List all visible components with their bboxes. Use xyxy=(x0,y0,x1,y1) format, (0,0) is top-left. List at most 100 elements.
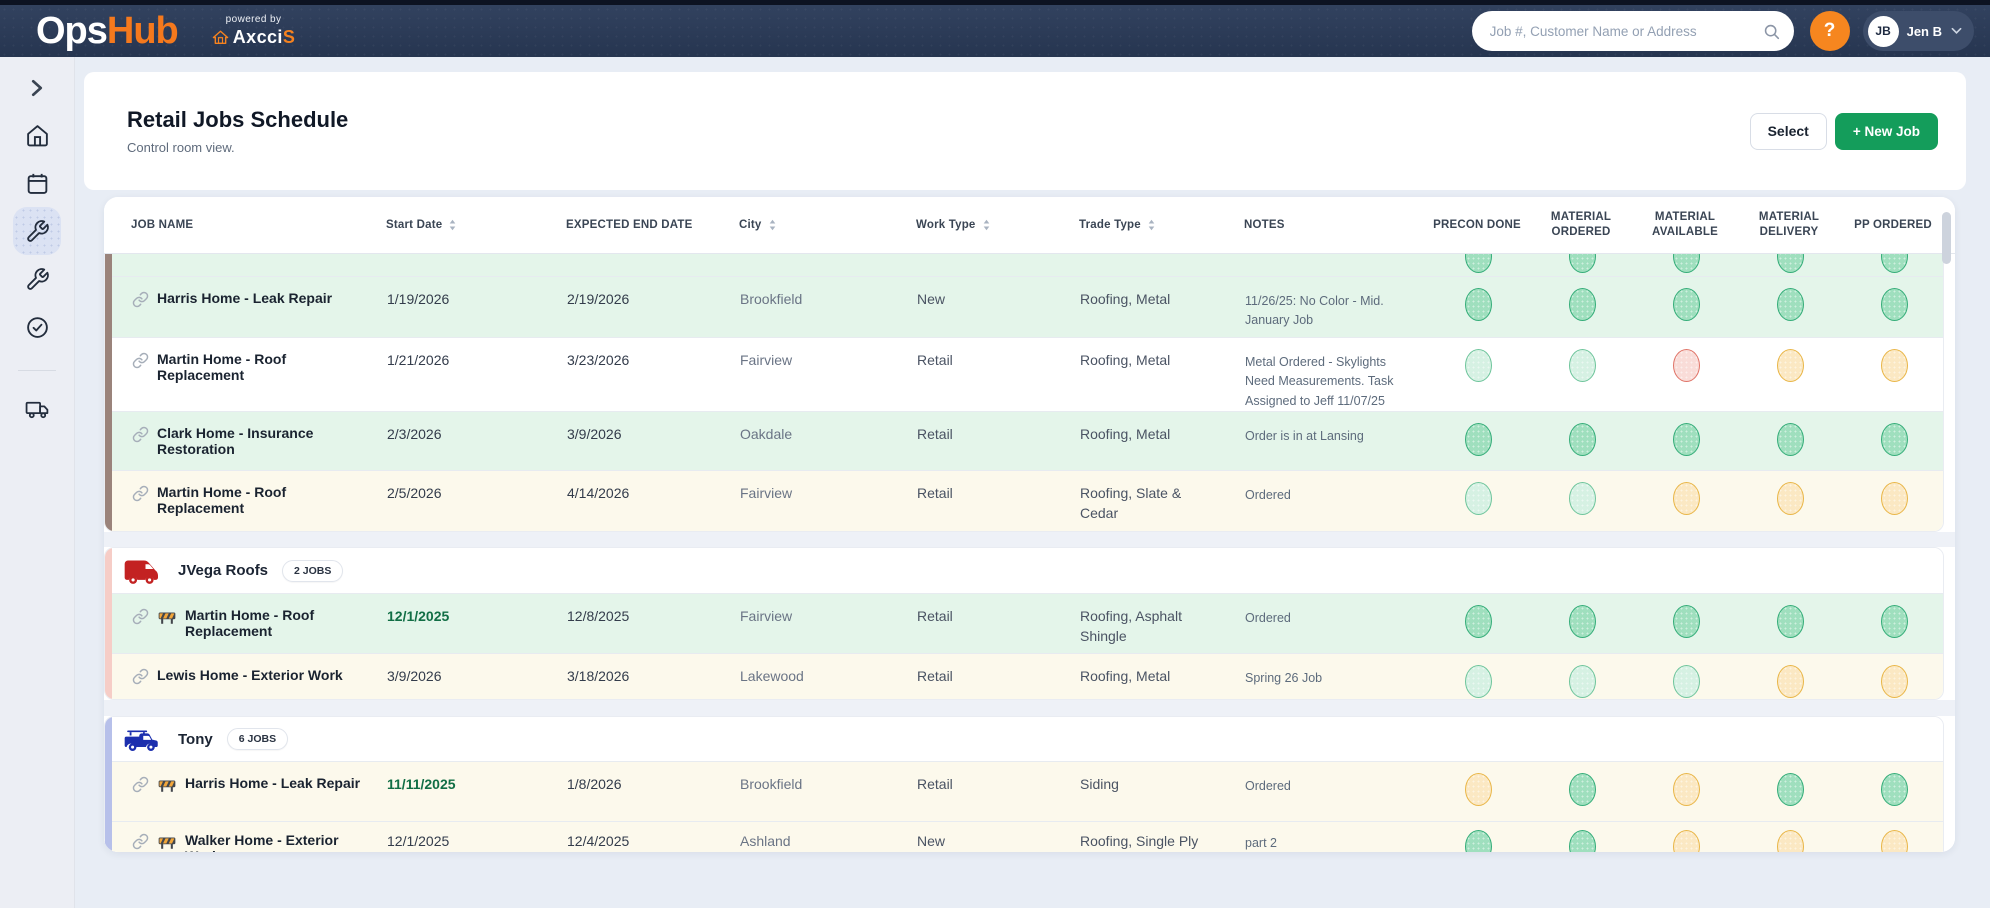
job-name[interactable]: Clark Home - Insurance Restoration xyxy=(157,425,347,457)
status-dot[interactable] xyxy=(1569,773,1596,806)
status-dot[interactable] xyxy=(1881,605,1908,638)
status-dot[interactable] xyxy=(1465,665,1492,698)
status-dot[interactable] xyxy=(1673,665,1700,698)
status-dot[interactable] xyxy=(1881,349,1908,382)
job-name[interactable]: Walker Home - Exterior Work xyxy=(185,832,375,852)
status-dot[interactable] xyxy=(1881,830,1908,852)
col-trade-type[interactable]: Trade Type xyxy=(1073,219,1238,231)
trade-type: Roofing, Slate & Cedar xyxy=(1074,471,1239,531)
status-dot[interactable] xyxy=(1673,605,1700,638)
end-date: 3/18/2026 xyxy=(561,654,734,699)
sidebar-item-jobs[interactable] xyxy=(13,207,61,255)
powered-by-brand: powered by AxcciS xyxy=(212,14,295,48)
city: Brookfield xyxy=(734,277,911,337)
status-dot[interactable] xyxy=(1777,830,1804,852)
status-dot[interactable] xyxy=(1881,665,1908,698)
status-dot[interactable] xyxy=(1777,665,1804,698)
status-dot[interactable] xyxy=(1569,254,1596,273)
status-dot[interactable] xyxy=(1777,482,1804,515)
status-dot[interactable] xyxy=(1777,605,1804,638)
table-row[interactable]: Walker Home - Exterior Work 12/1/2025 12… xyxy=(105,822,1943,852)
status-dot[interactable] xyxy=(1569,605,1596,638)
status-dot[interactable] xyxy=(1673,349,1700,382)
col-work-type[interactable]: Work Type xyxy=(910,219,1073,231)
status-dot[interactable] xyxy=(1777,349,1804,382)
group-header[interactable]: Tony 6 JOBS xyxy=(105,717,1943,762)
status-dot[interactable] xyxy=(1673,830,1700,852)
scrollbar-thumb[interactable] xyxy=(1942,212,1951,264)
status-dot[interactable] xyxy=(1569,482,1596,515)
search-input[interactable] xyxy=(1490,24,1763,39)
status-dot[interactable] xyxy=(1465,830,1492,852)
job-name[interactable]: Harris Home - Leak Repair xyxy=(185,775,360,791)
link-icon[interactable] xyxy=(132,485,149,502)
status-dot[interactable] xyxy=(1673,482,1700,515)
group-stripe xyxy=(105,717,112,852)
status-dot[interactable] xyxy=(1881,773,1908,806)
status-dot[interactable] xyxy=(1881,288,1908,321)
status-dot[interactable] xyxy=(1777,254,1804,273)
sidebar-item-approvals[interactable] xyxy=(13,303,61,351)
status-dot[interactable] xyxy=(1673,423,1700,456)
table-row[interactable]: Martin Home - Roof Replacement 12/1/2025… xyxy=(105,594,1943,654)
status-dot[interactable] xyxy=(1777,423,1804,456)
status-dot[interactable] xyxy=(1777,288,1804,321)
link-icon[interactable] xyxy=(132,352,149,369)
link-icon[interactable] xyxy=(132,776,149,793)
col-city[interactable]: City xyxy=(733,219,910,231)
job-name[interactable]: Martin Home - Roof Replacement xyxy=(157,351,347,383)
status-dot[interactable] xyxy=(1881,482,1908,515)
status-dot[interactable] xyxy=(1465,773,1492,806)
status-dot[interactable] xyxy=(1465,423,1492,456)
sidebar-item-fleet[interactable] xyxy=(13,385,61,433)
status-dot[interactable] xyxy=(1465,605,1492,638)
job-name[interactable]: Harris Home - Leak Repair xyxy=(157,290,332,306)
status-dot[interactable] xyxy=(1881,423,1908,456)
new-job-button[interactable]: + New Job xyxy=(1835,113,1938,150)
table-row[interactable]: Harris Home - Leak Repair 11/11/2025 1/8… xyxy=(105,762,1943,822)
status-dot[interactable] xyxy=(1673,254,1700,273)
job-name[interactable]: Martin Home - Roof Replacement xyxy=(185,607,375,639)
select-button[interactable]: Select xyxy=(1750,113,1827,150)
group-header[interactable]: JVega Roofs 2 JOBS xyxy=(105,548,1943,594)
barrier-icon xyxy=(157,775,177,794)
col-start-date[interactable]: Start Date xyxy=(380,219,560,231)
status-dot[interactable] xyxy=(1465,349,1492,382)
job-name[interactable]: Martin Home - Roof Replacement xyxy=(157,484,347,516)
link-icon[interactable] xyxy=(132,426,149,443)
link-icon[interactable] xyxy=(132,608,149,625)
sidebar-item-calendar[interactable] xyxy=(13,159,61,207)
job-name[interactable]: Lewis Home - Exterior Work xyxy=(157,667,343,683)
status-dot[interactable] xyxy=(1569,665,1596,698)
status-dot[interactable] xyxy=(1569,423,1596,456)
sidebar-item-service[interactable] xyxy=(13,255,61,303)
trade-type: Roofing, Metal xyxy=(1074,338,1239,411)
app-logo[interactable]: OpsHub xyxy=(36,12,178,50)
status-dot[interactable] xyxy=(1569,349,1596,382)
table-row[interactable]: Martin Home - Roof Replacement 2/5/2026 … xyxy=(105,471,1943,531)
table-row[interactable]: Martin Home - Roof Replacement 1/21/2026… xyxy=(105,338,1943,412)
table-row[interactable]: Lewis Home - Exterior Work 3/9/2026 3/18… xyxy=(105,654,1943,699)
link-icon[interactable] xyxy=(132,833,149,850)
sidebar-item-home[interactable] xyxy=(13,111,61,159)
chevron-down-icon xyxy=(1951,27,1962,35)
link-icon[interactable] xyxy=(132,291,149,308)
status-dot[interactable] xyxy=(1569,830,1596,852)
sidebar-expand-chevron-icon[interactable] xyxy=(28,79,46,97)
table-row[interactable]: Clark Home - Insurance Restoration 2/3/2… xyxy=(105,412,1943,471)
status-dot[interactable] xyxy=(1465,288,1492,321)
col-notes: NOTES xyxy=(1238,219,1425,231)
link-icon[interactable] xyxy=(132,668,149,685)
status-dot[interactable] xyxy=(1569,288,1596,321)
help-button[interactable]: ? xyxy=(1810,11,1850,51)
status-dot[interactable] xyxy=(1465,482,1492,515)
status-dot[interactable] xyxy=(1465,254,1492,273)
table-row[interactable] xyxy=(105,254,1943,277)
status-dot[interactable] xyxy=(1881,254,1908,273)
city: Brookfield xyxy=(734,762,911,821)
status-dot[interactable] xyxy=(1673,288,1700,321)
status-dot[interactable] xyxy=(1673,773,1700,806)
user-menu[interactable]: JB Jen B xyxy=(1863,11,1974,51)
table-row[interactable]: Harris Home - Leak Repair 1/19/2026 2/19… xyxy=(105,277,1943,338)
status-dot[interactable] xyxy=(1777,773,1804,806)
